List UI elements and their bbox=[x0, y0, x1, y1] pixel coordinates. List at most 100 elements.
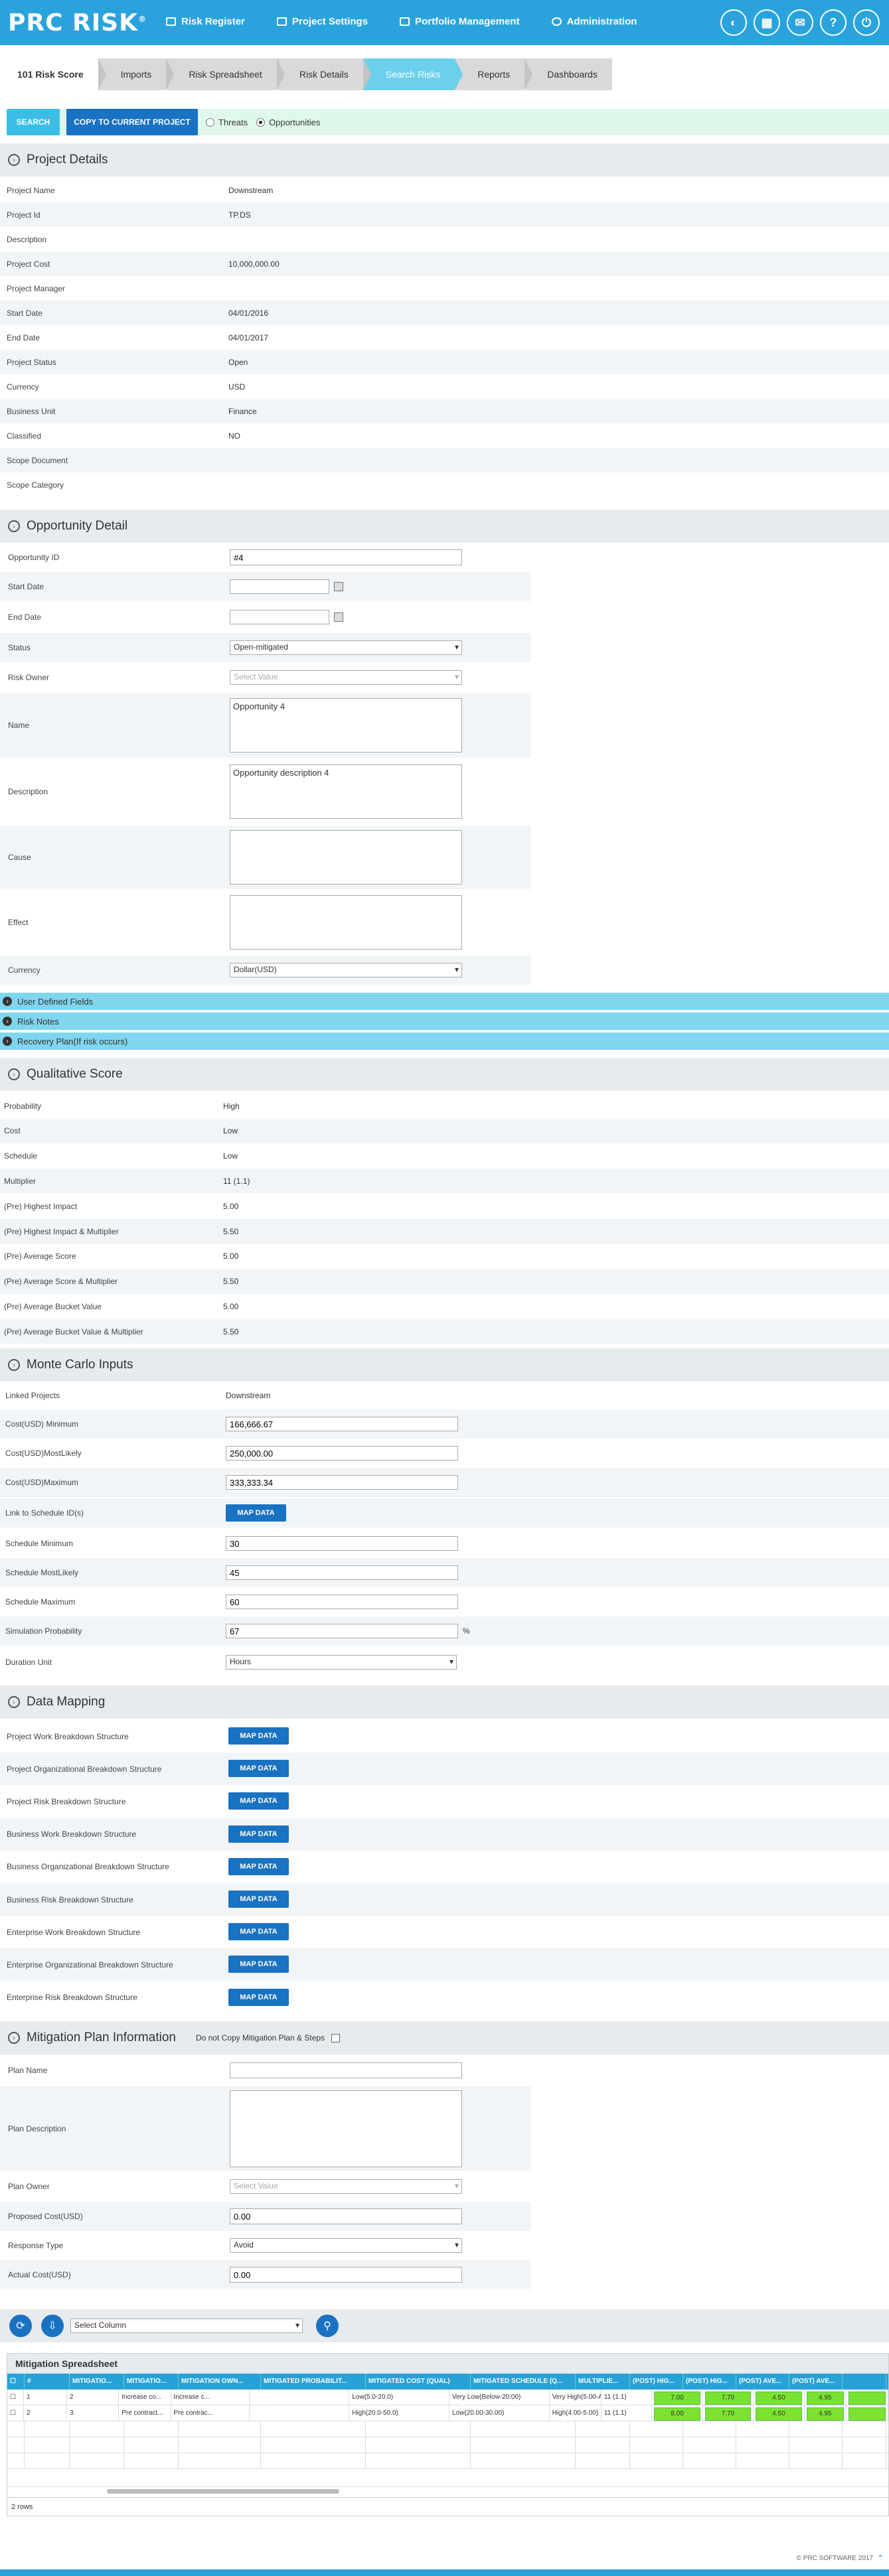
effect-textarea[interactable] bbox=[230, 895, 462, 950]
opportunity-id-input[interactable] bbox=[230, 549, 462, 565]
name-textarea[interactable]: Opportunity 4 bbox=[230, 698, 462, 752]
copy-to-project-button[interactable]: COPY TO CURRENT PROJECT bbox=[66, 109, 198, 135]
tab-risk-details[interactable]: Risk Details bbox=[276, 58, 371, 90]
proposed-cost-input[interactable] bbox=[230, 2208, 462, 2224]
actual-cost-row: Actual Cost(USD) bbox=[0, 2260, 531, 2289]
project-details-header[interactable]: › Project Details bbox=[0, 143, 889, 177]
map-data-button[interactable]: MAP DATA bbox=[228, 1760, 289, 1778]
status-select[interactable]: Open-mitigated bbox=[230, 640, 462, 655]
prc-risk-logo[interactable]: PRC RISK® bbox=[8, 9, 147, 36]
no-copy-checkbox[interactable] bbox=[331, 2033, 341, 2042]
column-header[interactable]: MULTIPLIE... bbox=[576, 2374, 630, 2390]
duration-unit-select[interactable]: Hours bbox=[226, 1655, 457, 1670]
description-textarea[interactable]: Opportunity description 4 bbox=[230, 764, 462, 819]
cost-input[interactable] bbox=[226, 1446, 458, 1461]
map-data-button[interactable]: MAP DATA bbox=[228, 1857, 289, 1875]
column-header[interactable]: (POST) HIG... bbox=[630, 2374, 683, 2390]
action-bar: SEARCH COPY TO CURRENT PROJECT Threats O… bbox=[7, 109, 889, 135]
recovery-plan-bar[interactable]: › Recovery Plan(If risk occurs) bbox=[0, 1033, 889, 1050]
column-header[interactable]: (POST) HIG... bbox=[683, 2374, 736, 2390]
duration-unit-row: Duration Unit Hours bbox=[0, 1651, 889, 1674]
header-checkbox[interactable]: ☐ bbox=[7, 2374, 25, 2390]
column-header[interactable]: MITIGATION OWN... bbox=[179, 2374, 261, 2390]
map-data-button[interactable]: MAP DATA bbox=[228, 1923, 289, 1941]
tab-risk-spreadsheet[interactable]: Risk Spreadsheet bbox=[166, 58, 285, 90]
nav-administration[interactable]: Administration bbox=[551, 16, 637, 27]
tab-reports[interactable]: Reports bbox=[455, 58, 533, 90]
filter-icon[interactable]: ⚲ bbox=[316, 2315, 339, 2337]
monte-carlo-header[interactable]: › Monte Carlo Inputs bbox=[0, 1348, 889, 1382]
map-data-button[interactable]: MAP DATA bbox=[228, 1988, 289, 2006]
column-header[interactable]: MITIGATIO... bbox=[124, 2374, 179, 2390]
mail-icon[interactable]: ✉ bbox=[787, 9, 813, 36]
search-button[interactable]: SEARCH bbox=[7, 109, 60, 135]
risk-owner-select[interactable]: Select Value bbox=[230, 670, 462, 685]
calendar-icon[interactable] bbox=[334, 582, 343, 591]
start-date-input[interactable] bbox=[230, 579, 329, 594]
nav-portfolio-management[interactable]: Portfolio Management bbox=[400, 16, 520, 27]
schedule-input[interactable] bbox=[226, 1595, 458, 1609]
tab-imports[interactable]: Imports bbox=[98, 58, 174, 90]
calendar-icon[interactable] bbox=[334, 612, 343, 622]
plan-description-textarea[interactable] bbox=[230, 2090, 462, 2167]
column-header[interactable]: MITIGATED SCHEDULE (Q... bbox=[471, 2374, 576, 2390]
nav-risk-register[interactable]: Risk Register bbox=[166, 16, 245, 27]
power-icon[interactable]: ⏻ bbox=[853, 9, 880, 36]
tab-risk-score[interactable]: 101 Risk Score bbox=[7, 58, 106, 90]
export-icon[interactable]: ⇩ bbox=[41, 2315, 64, 2337]
cost-input[interactable] bbox=[226, 1417, 458, 1431]
plan-owner-select[interactable]: Select Value bbox=[230, 2179, 462, 2194]
tab-search-risks[interactable]: Search Risks bbox=[363, 58, 463, 90]
qualitative-score-header[interactable]: › Qualitative Score bbox=[0, 1058, 889, 1091]
schedule-input[interactable] bbox=[226, 1536, 458, 1551]
horizontal-scrollbar[interactable] bbox=[7, 2486, 888, 2496]
plan-name-input[interactable] bbox=[230, 2062, 462, 2078]
scroll-top-icon[interactable]: ⌃ bbox=[877, 2553, 884, 2563]
column-header[interactable] bbox=[843, 2374, 886, 2390]
column-header[interactable]: # bbox=[25, 2374, 70, 2390]
column-header[interactable]: (POST) AVE... bbox=[736, 2374, 789, 2390]
cost-input[interactable] bbox=[226, 1475, 458, 1490]
table-row[interactable]: ☐ 1 2 Increase co... Increase c... Low(5.0-20… bbox=[7, 2390, 888, 2405]
refresh-icon[interactable]: ⟳ bbox=[9, 2315, 32, 2337]
nav-project-settings[interactable]: Project Settings bbox=[276, 16, 368, 27]
opportunity-detail-header[interactable]: › Opportunity Detail bbox=[0, 510, 889, 543]
currency-select[interactable]: Dollar(USD) bbox=[230, 963, 462, 977]
actual-cost-input[interactable] bbox=[230, 2267, 462, 2283]
response-type-select[interactable]: Avoid bbox=[230, 2238, 462, 2253]
row-checkbox[interactable]: ☐ bbox=[7, 2405, 24, 2421]
map-data-button[interactable]: MAP DATA bbox=[228, 1956, 289, 1973]
empty-row bbox=[7, 2437, 888, 2453]
toggle-icon[interactable]: ◐ bbox=[720, 9, 747, 36]
schedule-input[interactable] bbox=[226, 1565, 458, 1580]
map-data-button[interactable]: MAP DATA bbox=[228, 1891, 289, 1908]
cause-textarea[interactable] bbox=[230, 830, 462, 885]
risk-notes-bar[interactable]: › Risk Notes bbox=[0, 1013, 889, 1030]
table-cell bbox=[250, 2405, 350, 2421]
opportunities-radio[interactable]: Opportunities bbox=[256, 117, 320, 127]
qualitative-row: (Pre) Average Score & Multiplier 5.50 bbox=[0, 1269, 889, 1294]
end-date-row: End Date bbox=[0, 603, 531, 632]
user-defined-fields-bar[interactable]: › User Defined Fields bbox=[0, 993, 889, 1010]
map-data-button[interactable]: MAP DATA bbox=[226, 1504, 286, 1522]
mitigation-plan-header[interactable]: › Mitigation Plan Information Do not Copy … bbox=[0, 2021, 889, 2054]
column-header[interactable]: MITIGATED COST (QUAL) bbox=[366, 2374, 471, 2390]
help-icon[interactable]: ? bbox=[820, 9, 847, 36]
table-cell: Very High(5.00-Above) bbox=[550, 2390, 602, 2405]
end-date-input[interactable] bbox=[230, 610, 329, 624]
map-data-button[interactable]: MAP DATA bbox=[228, 1792, 289, 1810]
data-mapping-header[interactable]: › Data Mapping bbox=[0, 1685, 889, 1719]
schedule-input[interactable] bbox=[226, 1624, 458, 1638]
row-checkbox[interactable]: ☐ bbox=[7, 2390, 24, 2405]
select-column-dropdown[interactable]: Select Column bbox=[70, 2319, 303, 2333]
column-header[interactable]: MITIGATIO... bbox=[70, 2374, 124, 2390]
mapping-row: Enterprise Work Breakdown Structure MAP D… bbox=[0, 1916, 889, 1948]
calendar-icon[interactable]: ▦ bbox=[754, 9, 780, 36]
column-header[interactable]: MITIGATED PROBABILIT... bbox=[261, 2374, 366, 2390]
table-row[interactable]: ☐ 2 3 Pre contract... Pre contrac... High(20.… bbox=[7, 2405, 888, 2421]
map-data-button[interactable]: MAP DATA bbox=[228, 1825, 289, 1843]
tab-dashboards[interactable]: Dashboards bbox=[525, 58, 612, 90]
threats-radio[interactable]: Threats bbox=[206, 117, 248, 127]
map-data-button[interactable]: MAP DATA bbox=[228, 1727, 289, 1745]
column-header[interactable]: (POST) AVE... bbox=[789, 2374, 843, 2390]
